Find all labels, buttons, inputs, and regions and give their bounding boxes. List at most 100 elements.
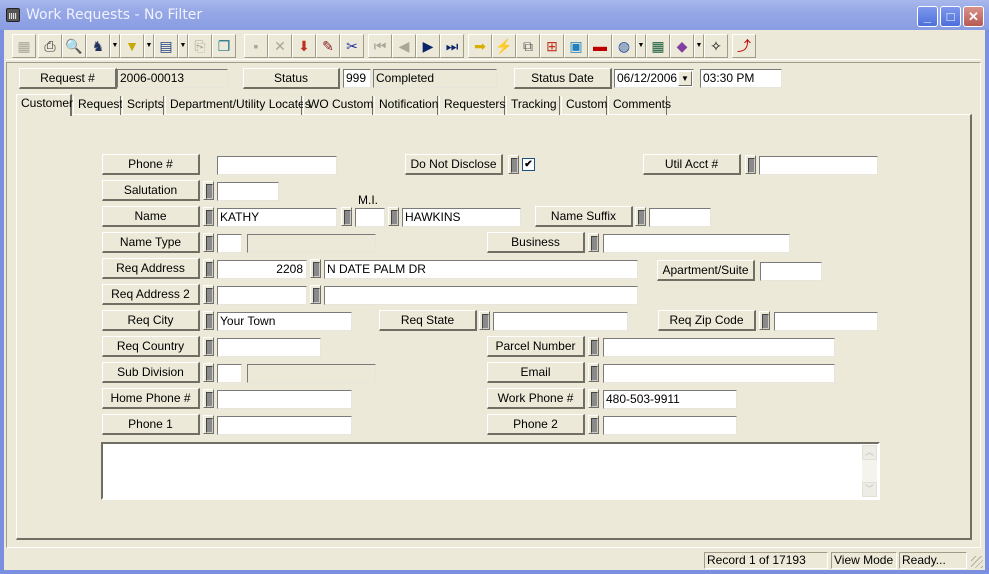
req-zip-code-lock-icon[interactable]: [759, 311, 770, 330]
report-dropdown-arrow-icon[interactable]: ▼: [178, 34, 188, 58]
name-type-button[interactable]: Name Type: [102, 232, 200, 253]
scroll-up-icon[interactable]: ︿: [862, 445, 877, 460]
hierarchy-icon[interactable]: ⊞: [540, 34, 564, 58]
toolbox-icon[interactable]: ▬: [588, 34, 612, 58]
filter-icon[interactable]: ▼: [120, 34, 144, 58]
req-address-button[interactable]: Req Address: [102, 258, 200, 279]
req-address-number-lock-icon[interactable]: [203, 259, 214, 278]
phone1-button[interactable]: Phone 1: [102, 414, 200, 435]
home-phone-field[interactable]: [217, 390, 352, 409]
copy-record-icon[interactable]: ❐: [212, 34, 236, 58]
do-not-disclose-lock-icon[interactable]: [508, 155, 519, 174]
req-address-number-field[interactable]: 2208: [217, 260, 307, 279]
salutation-lock-icon[interactable]: [203, 181, 214, 200]
blank-form-icon[interactable]: ▦: [12, 34, 36, 58]
sub-division-button[interactable]: Sub Division: [102, 362, 200, 383]
util-acct-lock-icon[interactable]: [745, 155, 756, 174]
date-dropdown-icon[interactable]: ▼: [678, 71, 692, 86]
util-acct-field[interactable]: [759, 156, 878, 175]
req-city-field[interactable]: Your Town: [217, 312, 352, 331]
phone1-lock-icon[interactable]: [203, 415, 214, 434]
email-field[interactable]: [603, 364, 835, 383]
minimize-button[interactable]: _: [917, 6, 938, 27]
status-code-field[interactable]: 999: [343, 69, 371, 88]
name-suffix-lock-icon[interactable]: [635, 207, 646, 226]
util-acct-button[interactable]: Util Acct #: [643, 154, 741, 175]
apartment-suite-field[interactable]: [760, 262, 822, 281]
book-icon[interactable]: ◆: [670, 34, 694, 58]
report-icon[interactable]: ▤: [154, 34, 178, 58]
req-state-field[interactable]: [493, 312, 628, 331]
status-date-button[interactable]: Status Date: [514, 68, 612, 89]
req-zip-code-button[interactable]: Req Zip Code: [658, 310, 756, 331]
work-phone-button[interactable]: Work Phone #: [487, 388, 585, 409]
filter-dropdown-arrow-icon[interactable]: ▼: [144, 34, 154, 58]
phone-field[interactable]: [217, 156, 337, 175]
find-dropdown-arrow-icon[interactable]: ▼: [110, 34, 120, 58]
new-window-icon[interactable]: ✧: [704, 34, 728, 58]
apartment-suite-button[interactable]: Apartment/Suite: [657, 260, 755, 281]
phone-button[interactable]: Phone #: [102, 154, 200, 175]
status-text-field[interactable]: Completed: [373, 69, 497, 88]
req-city-button[interactable]: Req City: [102, 310, 200, 331]
tab-comments[interactable]: Comments: [608, 96, 671, 115]
preview-icon[interactable]: 🔍: [62, 34, 86, 58]
tab-customer[interactable]: Customer: [16, 94, 73, 116]
exit-icon[interactable]: ⤴: [732, 34, 756, 58]
phone1-field[interactable]: [217, 416, 352, 435]
do-not-disclose-button[interactable]: Do Not Disclose: [405, 154, 503, 175]
scroll-down-icon[interactable]: ﹀: [862, 482, 877, 497]
req-address-street-field[interactable]: N DATE PALM DR: [324, 260, 638, 279]
name-suffix-button[interactable]: Name Suffix: [535, 206, 633, 227]
delete-icon[interactable]: ✕: [268, 34, 292, 58]
request-number-field[interactable]: 2006-00013: [117, 69, 228, 88]
next-record-icon[interactable]: ▶: [416, 34, 440, 58]
maximize-button[interactable]: □: [940, 6, 961, 27]
notes-scrollbar[interactable]: ︿ ﹀: [862, 445, 877, 497]
status-date-picker[interactable]: 06/12/2006 ▼: [614, 69, 694, 88]
email-button[interactable]: Email: [487, 362, 585, 383]
email-lock-icon[interactable]: [588, 363, 599, 382]
notes-textarea[interactable]: ︿ ﹀: [101, 442, 880, 500]
export-icon[interactable]: ⎘: [188, 34, 212, 58]
business-button[interactable]: Business: [487, 232, 585, 253]
goto-icon[interactable]: ➡: [468, 34, 492, 58]
name-button[interactable]: Name: [102, 206, 200, 227]
request-number-button[interactable]: Request #: [19, 68, 117, 89]
tab-tracking[interactable]: Tracking: [506, 96, 560, 115]
name-type-lock-icon[interactable]: [203, 233, 214, 252]
book-dropdown-arrow-icon[interactable]: ▼: [694, 34, 704, 58]
req-country-button[interactable]: Req Country: [102, 336, 200, 357]
req-address2-street-lock-icon[interactable]: [310, 285, 321, 304]
req-address2-street-field[interactable]: [324, 286, 638, 305]
req-address2-number-lock-icon[interactable]: [203, 285, 214, 304]
print-icon[interactable]: ⎙: [38, 34, 62, 58]
req-address2-button[interactable]: Req Address 2: [102, 284, 200, 305]
middle-initial-field[interactable]: [355, 208, 385, 227]
req-country-field[interactable]: [217, 338, 321, 357]
name-suffix-field[interactable]: [649, 208, 711, 227]
calculator-icon[interactable]: ▦: [646, 34, 670, 58]
workflow-icon[interactable]: ⧉: [516, 34, 540, 58]
sub-division-code-field[interactable]: [217, 364, 242, 383]
do-not-disclose-checkbox[interactable]: ✔: [522, 158, 535, 171]
add-record-icon[interactable]: ⬇: [292, 34, 316, 58]
phone2-button[interactable]: Phone 2: [487, 414, 585, 435]
work-phone-field[interactable]: 480-503-9911: [603, 390, 737, 409]
first-name-field[interactable]: KATHY: [217, 208, 337, 227]
req-address-street-lock-icon[interactable]: [310, 259, 321, 278]
resize-grip-icon[interactable]: [971, 556, 983, 568]
previous-record-icon[interactable]: ◀: [392, 34, 416, 58]
last-name-lock-icon[interactable]: [388, 207, 399, 226]
tab-requesters[interactable]: Requesters: [439, 96, 505, 115]
req-state-button[interactable]: Req State: [379, 310, 477, 331]
parcel-number-field[interactable]: [603, 338, 835, 357]
status-button[interactable]: Status: [243, 68, 340, 89]
close-button[interactable]: ✕: [963, 6, 984, 27]
tab-department-utility-locates[interactable]: Department/Utility Locates: [165, 96, 311, 115]
work-phone-lock-icon[interactable]: [588, 389, 599, 408]
lightning-icon[interactable]: ⚡: [492, 34, 516, 58]
status-time-field[interactable]: 03:30 PM: [700, 69, 782, 88]
req-country-lock-icon[interactable]: [203, 337, 214, 356]
tab-request[interactable]: Request: [73, 96, 123, 115]
